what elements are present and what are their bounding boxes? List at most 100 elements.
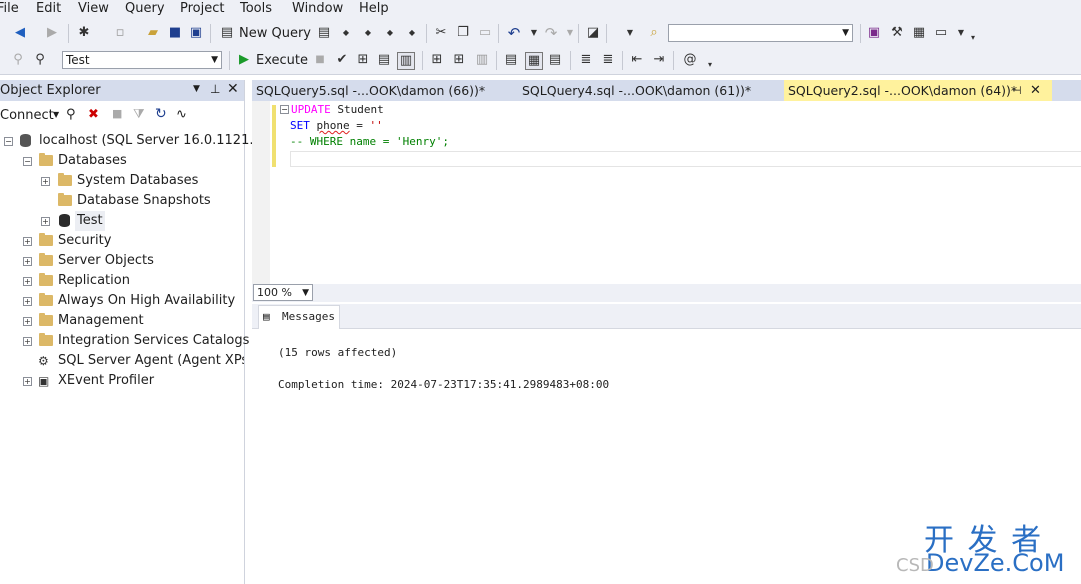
tree-node-server-objects[interactable]: + Server Objects — [0, 251, 244, 271]
refresh-icon[interactable]: ↻ — [155, 106, 167, 122]
add-item-icon[interactable]: ▫ — [112, 25, 128, 41]
panel-dropdown-icon[interactable]: ▼ — [193, 84, 200, 94]
expand-icon[interactable]: + — [23, 297, 32, 306]
available-databases-select[interactable]: Test ▼ — [62, 51, 222, 69]
tab-sqlquery2[interactable]: SQLQuery2.sql -...OOK\damon (64))* ⊣ ✕ — [784, 80, 1052, 101]
results-to-text-icon[interactable]: ▤ — [503, 52, 519, 68]
zoom-select[interactable]: 100 % ▼ — [253, 284, 313, 301]
activity-monitor-icon[interactable]: ∿ — [176, 107, 187, 122]
connect-button[interactable]: Connect — [0, 108, 54, 123]
specify-template-values-icon[interactable]: @ — [682, 52, 698, 68]
stop-icon[interactable]: ■ — [112, 107, 122, 120]
sql-editor[interactable]: − UPDATE Student SET phone = '' -- WHERE… — [252, 101, 1081, 284]
menu-help[interactable]: Help — [359, 1, 389, 16]
connect-plug-icon[interactable]: ⚲ — [66, 107, 76, 122]
database-engine-query-icon[interactable]: ▤ — [316, 25, 332, 41]
results-to-grid-icon[interactable]: ▥ — [397, 52, 415, 70]
menu-file[interactable]: File — [0, 1, 19, 16]
results-to-file-icon[interactable]: ▤ — [547, 52, 563, 68]
close-icon[interactable]: ✕ — [227, 81, 239, 97]
collapse-icon[interactable]: − — [280, 105, 289, 114]
expand-icon[interactable]: + — [23, 277, 32, 286]
cut-icon[interactable]: ✂ — [433, 25, 449, 41]
comment-lines-icon[interactable]: ≣ — [578, 52, 594, 68]
pin-icon[interactable]: ⊣ — [1012, 80, 1022, 101]
tab-messages[interactable]: ▤ Messages — [258, 305, 340, 329]
undo-dropdown-icon[interactable]: ▼ — [526, 25, 542, 41]
new-query-button[interactable]: New Query — [239, 26, 311, 41]
menu-edit[interactable]: Edit — [36, 1, 61, 16]
tree-node-always-on[interactable]: + Always On High Availability — [0, 291, 244, 311]
paste-icon[interactable]: ▭ — [477, 25, 493, 41]
expand-icon[interactable]: + — [23, 377, 32, 386]
expand-icon[interactable]: + — [41, 217, 50, 226]
chevron-down-icon[interactable]: ▼ — [53, 110, 59, 119]
properties-wrench-icon[interactable]: ⚒ — [889, 25, 905, 41]
mdx-query-icon[interactable]: ◆ — [338, 25, 354, 41]
back-icon[interactable]: ◀ — [12, 25, 28, 41]
redo-icon[interactable]: ↷ — [543, 25, 559, 41]
tab-sqlquery4[interactable]: SQLQuery4.sql -...OOK\damon (61))* — [518, 80, 784, 101]
search-combo[interactable]: ▼ — [668, 24, 853, 42]
open-file-icon[interactable]: ▰ — [145, 25, 161, 41]
tab-sqlquery5[interactable]: SQLQuery5.sql -...OOK\damon (66))* — [252, 80, 518, 101]
query-options-icon[interactable]: ▤ — [376, 52, 392, 68]
menu-window[interactable]: Window — [292, 1, 343, 16]
close-icon[interactable]: ✕ — [1030, 80, 1041, 101]
tree-node-integration-services[interactable]: + Integration Services Catalogs — [0, 331, 249, 351]
solution-config-dropdown-icon[interactable]: ▼ — [622, 25, 638, 41]
filter-icon[interactable]: ⧩ — [133, 107, 145, 122]
tree-node-sql-agent[interactable]: ⚙ SQL Server Agent (Agent XPs di — [0, 351, 244, 371]
toolbar-overflow-icon[interactable]: ▾ — [702, 57, 718, 73]
expand-icon[interactable]: + — [23, 257, 32, 266]
tree-node-test[interactable]: + Test — [0, 211, 244, 231]
menu-tools[interactable]: Tools — [240, 1, 272, 16]
increase-indent-icon[interactable]: ⇥ — [651, 52, 667, 68]
find-in-files-icon[interactable]: ⌕ — [646, 25, 662, 41]
expand-icon[interactable]: + — [41, 177, 50, 186]
decrease-indent-icon[interactable]: ⇤ — [629, 52, 645, 68]
tree-node-database-snapshots[interactable]: Database Snapshots — [0, 191, 244, 211]
forward-icon[interactable]: ▶ — [44, 25, 60, 41]
disconnect-icon[interactable]: ✖ — [88, 107, 99, 122]
connect-icon[interactable]: ⚲ — [10, 52, 26, 68]
dmx-query-icon[interactable]: ◆ — [360, 25, 376, 41]
toolbar-overflow-icon[interactable]: ▾ — [965, 30, 981, 46]
pin-icon[interactable]: ⊥ — [210, 82, 220, 96]
redo-dropdown-icon[interactable]: ▼ — [562, 25, 578, 41]
expand-icon[interactable]: + — [23, 337, 32, 346]
menu-view[interactable]: View — [78, 1, 109, 16]
activity-monitor-icon[interactable]: ◪ — [585, 25, 601, 41]
menu-query[interactable]: Query — [125, 1, 165, 16]
cancel-query-icon[interactable]: ■ — [312, 52, 328, 68]
change-connection-icon[interactable]: ⚲ — [32, 52, 48, 68]
include-actual-plan-icon[interactable]: ⊞ — [429, 52, 445, 68]
undo-icon[interactable]: ↶ — [506, 25, 522, 41]
visual-studio-icon[interactable]: ▣ — [866, 25, 882, 41]
live-query-stats-icon[interactable]: ⊞ — [451, 52, 467, 68]
expand-icon[interactable]: + — [23, 237, 32, 246]
new-project-icon[interactable]: ✱ — [76, 25, 92, 41]
parse-icon[interactable]: ✔ — [334, 52, 350, 68]
copy-icon[interactable]: ❐ — [455, 25, 471, 41]
tree-node-replication[interactable]: + Replication — [0, 271, 244, 291]
client-statistics-icon[interactable]: ▥ — [474, 52, 490, 68]
tree-node-databases[interactable]: − Databases — [0, 151, 244, 171]
new-query-icon[interactable]: ▤ — [219, 25, 235, 41]
uncomment-lines-icon[interactable]: ≣ — [600, 52, 616, 68]
expand-icon[interactable]: + — [23, 317, 32, 326]
save-icon[interactable]: ■ — [167, 25, 183, 41]
execute-button[interactable]: Execute — [256, 53, 308, 68]
save-all-icon[interactable]: ▣ — [188, 25, 204, 41]
tree-node-xevent-profiler[interactable]: + ▣ XEvent Profiler — [0, 371, 244, 391]
execute-play-icon[interactable]: ▶ — [236, 52, 252, 68]
estimated-plan-icon[interactable]: ⊞ — [355, 52, 371, 68]
tree-node-security[interactable]: + Security — [0, 231, 244, 251]
command-window-icon[interactable]: ▭ — [933, 25, 949, 41]
toolbox-icon[interactable]: ▦ — [911, 25, 927, 41]
tree-node-management[interactable]: + Management — [0, 311, 244, 331]
tree-node-server[interactable]: − localhost (SQL Server 16.0.1121.4 - — [0, 131, 271, 151]
tree-node-system-databases[interactable]: + System Databases — [0, 171, 244, 191]
results-grid-toggle-icon[interactable]: ▦ — [525, 52, 543, 70]
collapse-icon[interactable]: − — [23, 157, 32, 166]
